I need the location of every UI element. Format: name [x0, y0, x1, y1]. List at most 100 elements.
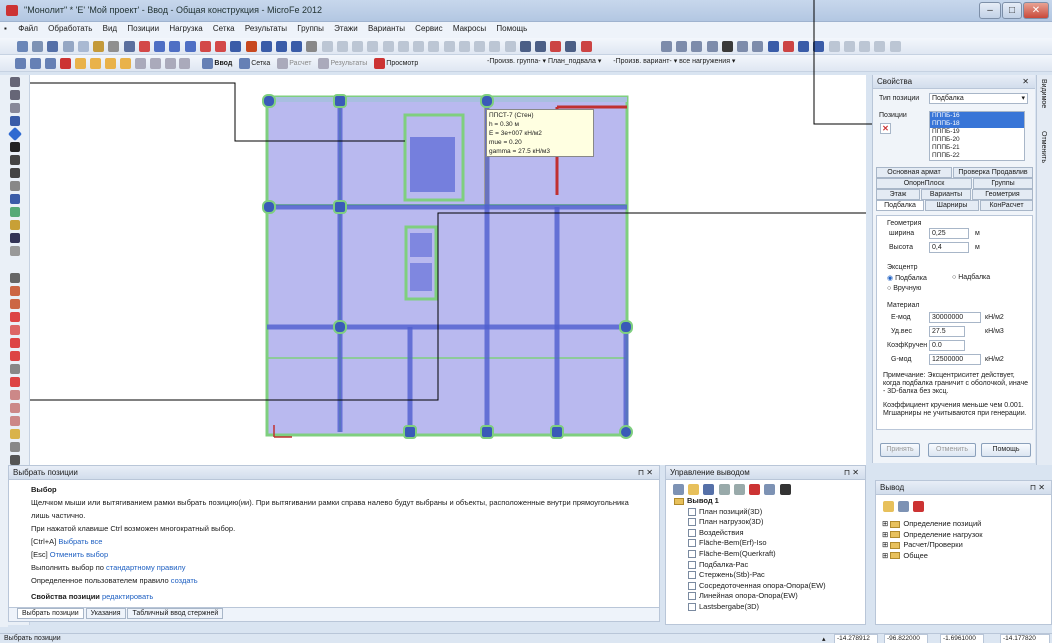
menu-macros[interactable]: Макросы — [449, 22, 490, 35]
node8-icon[interactable] — [179, 58, 191, 69]
ud-input[interactable]: 27.5 — [929, 326, 965, 337]
menu-view[interactable]: Вид — [99, 22, 121, 35]
width-input[interactable]: 0,25 — [929, 228, 969, 239]
load11-icon[interactable] — [10, 403, 20, 413]
tab-hints[interactable]: Указания — [85, 608, 126, 619]
save-icon[interactable] — [47, 41, 59, 52]
drawing-canvas[interactable]: ППСТ-7 (Стен) h = 0.30 м E = 3e+007 кН/м… — [30, 75, 866, 465]
vyvod-item[interactable]: ⊞ Общее — [882, 551, 983, 562]
node5-icon[interactable] — [134, 58, 146, 69]
output-item[interactable]: Воздействия — [674, 528, 826, 539]
column-11[interactable] — [619, 425, 633, 439]
grid-icon[interactable] — [123, 41, 135, 52]
panel-close-icon[interactable]: ✕ — [1022, 77, 1029, 86]
tab-punching-check[interactable]: Проверка Продавлив — [953, 167, 1033, 178]
positions-list[interactable]: ПППБ-16 ПППБ-18 ПППБ-19 ПППБ-20 ПППБ-21 … — [929, 111, 1025, 161]
vyvod-item[interactable]: ⊞ Определение нагрузок — [882, 530, 983, 541]
draw13-icon[interactable] — [504, 41, 516, 52]
load3-icon[interactable] — [10, 299, 20, 309]
menu-positions[interactable]: Позиции — [123, 22, 163, 35]
draw5-icon[interactable] — [382, 41, 394, 52]
output-item[interactable]: Линейная опора-Опора(EW) — [674, 591, 826, 602]
snap2-icon[interactable] — [676, 41, 688, 52]
tab-main-reinforcement[interactable]: Основная армат — [876, 167, 952, 178]
output-item[interactable]: План позиций(3D) — [674, 507, 826, 518]
pen2-icon[interactable] — [10, 90, 20, 100]
tab-support-plane[interactable]: ОпорнПлоск — [876, 178, 972, 189]
plan-select[interactable]: План_подвала — [548, 58, 596, 65]
tab-floor[interactable]: Этаж — [876, 189, 920, 200]
node7-icon[interactable] — [164, 58, 176, 69]
plan-drawing[interactable] — [30, 75, 866, 465]
load-icon[interactable] — [10, 273, 20, 283]
position-item[interactable]: ПППБ-20 — [930, 136, 1024, 144]
tab-select-positions[interactable]: Выбрать позиции — [17, 608, 84, 619]
prosmotr-tab[interactable]: Просмотр — [386, 60, 418, 67]
draw2-icon[interactable] — [336, 41, 348, 52]
text-tool-icon[interactable] — [721, 41, 733, 52]
menu-groups[interactable]: Группы — [293, 22, 328, 35]
beam-icon[interactable] — [10, 194, 20, 204]
ecc-option-subbeam[interactable]: ◉ Подбалка — [887, 274, 927, 282]
menu-load[interactable]: Нагрузка — [165, 22, 206, 35]
brick-icon[interactable] — [10, 103, 20, 113]
ecc-option-overbeam[interactable]: ○ Надбалка — [952, 274, 990, 281]
menu-help[interactable]: Помощь — [492, 22, 531, 35]
line-tool-icon[interactable] — [93, 41, 105, 52]
hint-icon[interactable] — [752, 41, 764, 52]
tab-subbeam[interactable]: Подбалка — [876, 200, 924, 211]
tab-geometry[interactable]: Геометрия — [972, 189, 1033, 200]
shape1-icon[interactable] — [10, 116, 20, 126]
variant-select[interactable]: -Произв. вариант- — [613, 58, 672, 65]
setka-tab[interactable]: Сетка — [251, 60, 270, 67]
save-icon[interactable] — [703, 484, 715, 495]
zoom-in-icon[interactable] — [154, 41, 166, 52]
load10-icon[interactable] — [10, 390, 20, 400]
tab-design-calc[interactable]: КонРасчет — [980, 200, 1033, 211]
output-item[interactable]: Lastsbergabe(3D) — [674, 602, 826, 613]
type-select[interactable]: Подбалка ▾ — [929, 93, 1028, 104]
copy-icon[interactable] — [718, 484, 730, 495]
draw11-icon[interactable] — [474, 41, 486, 52]
load13-icon[interactable] — [10, 429, 20, 439]
close-button[interactable]: ✕ — [1023, 2, 1049, 19]
menu-variants[interactable]: Варианты — [364, 22, 409, 35]
print-icon[interactable] — [779, 484, 791, 495]
menu-service[interactable]: Сервис — [411, 22, 446, 35]
open-icon[interactable] — [688, 484, 700, 495]
node3-icon[interactable] — [104, 58, 116, 69]
menu-file[interactable]: Файл — [14, 22, 42, 35]
help-button[interactable]: Помощь — [981, 443, 1031, 457]
view2-icon[interactable] — [550, 41, 562, 52]
load12-icon[interactable] — [10, 416, 20, 426]
snap3-icon[interactable] — [691, 41, 703, 52]
position-item[interactable]: ПППБ-22 — [930, 152, 1024, 160]
load6-icon[interactable] — [10, 338, 20, 348]
grey5-icon[interactable] — [889, 41, 901, 52]
load14-icon[interactable] — [10, 442, 20, 452]
folder-tool-icon[interactable] — [883, 501, 894, 512]
snap1-icon[interactable] — [661, 41, 672, 52]
ecc-option-manual[interactable]: ○ Вручную — [887, 285, 921, 292]
maximize-button[interactable]: □ — [1002, 2, 1022, 19]
output-root[interactable]: Вывод 1 — [674, 496, 826, 507]
panel-close-icon[interactable]: ⊓ ✕ — [638, 468, 653, 477]
column-9[interactable] — [480, 425, 494, 439]
draw10-icon[interactable] — [458, 41, 470, 52]
position-item[interactable]: ПППБ-18 — [930, 120, 1024, 128]
select-mode3-icon[interactable] — [44, 58, 56, 69]
shaft[interactable] — [410, 137, 455, 192]
select-mode2-icon[interactable] — [29, 58, 41, 69]
column-10[interactable] — [550, 425, 564, 439]
edit-icon[interactable] — [245, 41, 257, 52]
node6-icon[interactable] — [149, 58, 161, 69]
text-large-icon[interactable] — [199, 41, 211, 52]
shape3-icon[interactable] — [10, 155, 20, 165]
doc-icon[interactable] — [673, 484, 684, 495]
draw6-icon[interactable] — [397, 41, 409, 52]
select-icon[interactable] — [230, 41, 242, 52]
shape2-icon[interactable] — [10, 142, 20, 152]
panel-close-icon[interactable]: ⊓ ✕ — [844, 468, 859, 477]
zoom-out-icon[interactable] — [169, 41, 181, 52]
gear-tool-icon[interactable] — [898, 501, 910, 512]
